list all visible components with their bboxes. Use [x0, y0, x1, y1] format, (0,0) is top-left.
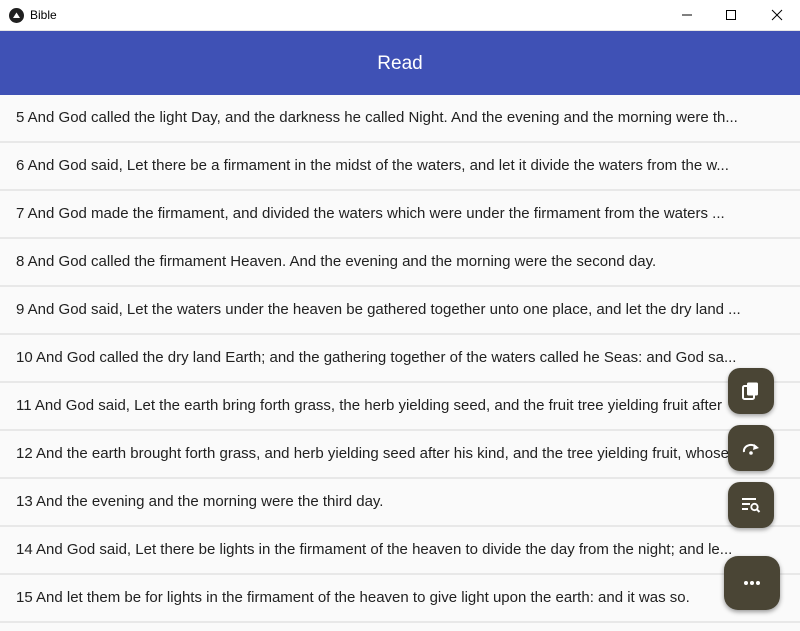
verse-item[interactable]: 14 And God said, Let there be lights in … — [0, 527, 800, 575]
copy-button[interactable] — [728, 368, 774, 414]
verse-item[interactable]: 8 And God called the firmament Heaven. A… — [0, 239, 800, 287]
title-bar: Bible — [0, 0, 800, 31]
maximize-button[interactable] — [708, 0, 754, 30]
maximize-icon — [726, 10, 736, 20]
verse-item[interactable]: 7 And God made the firmament, and divide… — [0, 191, 800, 239]
verse-text: 7 And God made the firmament, and divide… — [16, 205, 725, 222]
app-window: Bible Read 5 And God called the light Da… — [0, 0, 800, 631]
minimize-button[interactable] — [664, 0, 710, 30]
verse-list[interactable]: 5 And God called the light Day, and the … — [0, 95, 800, 631]
verse-item[interactable]: 12 And the earth brought forth grass, an… — [0, 431, 800, 479]
minimize-icon — [682, 14, 692, 16]
app-bar: Read — [0, 31, 800, 95]
verse-text: 11 And God said, Let the earth bring for… — [16, 397, 722, 414]
verse-item[interactable]: 11 And God said, Let the earth bring for… — [0, 383, 800, 431]
verse-text: 15 And let them be for lights in the fir… — [16, 589, 690, 606]
verse-item[interactable]: 9 And God said, Let the waters under the… — [0, 287, 800, 335]
close-icon — [771, 9, 783, 21]
verse-text: 5 And God called the light Day, and the … — [16, 109, 738, 126]
copy-icon — [742, 382, 758, 400]
verse-text: 9 And God said, Let the waters under the… — [16, 301, 741, 318]
verse-text: 12 And the earth brought forth grass, an… — [16, 445, 729, 462]
verse-text: 13 And the evening and the morning were … — [16, 493, 384, 510]
search-list-icon — [742, 498, 761, 513]
jump-button[interactable] — [728, 425, 774, 471]
verse-item[interactable]: 10 And God called the dry land Earth; an… — [0, 335, 800, 383]
more-button[interactable] — [724, 556, 780, 610]
verse-text: 10 And God called the dry land Earth; an… — [16, 349, 737, 366]
verse-item[interactable]: 15 And let them be for lights in the fir… — [0, 575, 800, 623]
redo-arrow-icon — [742, 443, 759, 455]
page-title: Read — [377, 53, 423, 74]
window-title: Bible — [30, 8, 57, 22]
verse-text: 14 And God said, Let there be lights in … — [16, 541, 733, 558]
search-verses-button[interactable] — [728, 482, 774, 528]
verse-item[interactable]: 13 And the evening and the morning were … — [0, 479, 800, 527]
verse-item[interactable]: 6 And God said, Let there be a firmament… — [0, 143, 800, 191]
close-button[interactable] — [754, 0, 800, 30]
verse-text: 6 And God said, Let there be a firmament… — [16, 157, 729, 174]
app-logo-icon — [9, 8, 24, 23]
verse-item[interactable]: 5 And God called the light Day, and the … — [0, 95, 800, 143]
verse-text: 8 And God called the firmament Heaven. A… — [16, 253, 657, 270]
more-dots-icon — [744, 581, 760, 585]
